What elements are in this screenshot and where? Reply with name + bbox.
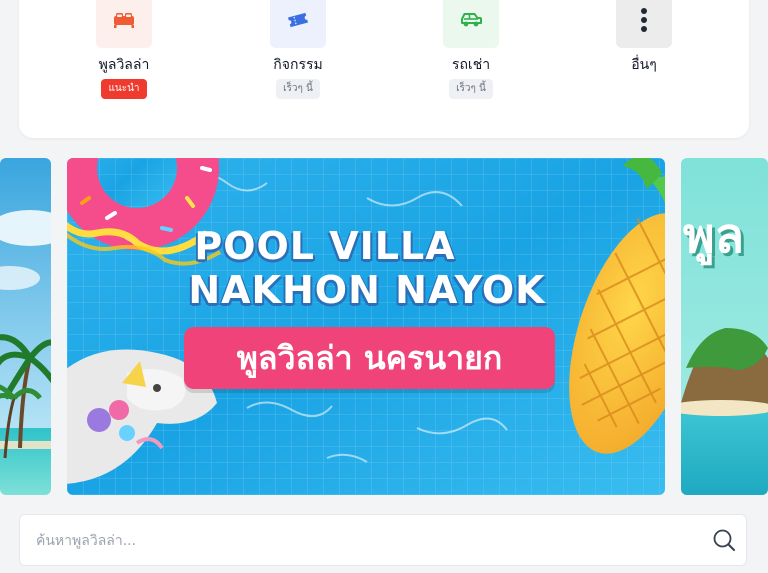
more-icon-box (616, 0, 672, 48)
bed-icon (114, 13, 134, 28)
category-label: อื่นๆ (631, 57, 657, 73)
recommended-badge: แนะนำ (101, 79, 147, 99)
category-label: กิจกรรม (273, 57, 323, 73)
carousel-slide-pool-villa-nakhon-nayok[interactable]: POOL VILLA NAKHON NAYOK พูลวิลล่า นครนาย… (67, 158, 665, 495)
category-car-rental[interactable]: รถเช่า เร็วๆ นี้ (411, 0, 531, 99)
banner-title-line-2: NAKHON NAYOK (188, 268, 546, 312)
category-label: พูลวิลล่า (98, 57, 150, 73)
category-pool-villa[interactable]: พูลวิลล่า แนะนำ (64, 0, 184, 99)
coming-soon-badge: เร็วๆ นี้ (276, 79, 320, 99)
next-slide-title: พูล (683, 208, 745, 264)
search-bar (19, 514, 747, 567)
carousel-slide-previous[interactable] (0, 158, 51, 495)
category-activities[interactable]: กิจกรรม เร็วๆ นี้ (238, 0, 358, 99)
banner-title-line-1: POOL VILLA (194, 224, 456, 268)
category-label: รถเช่า (451, 57, 491, 73)
banner-subtitle: พูลวิลล่า นครนายก (184, 327, 555, 389)
pool-villa-icon-box (96, 0, 152, 48)
car-rental-icon-box (443, 0, 499, 48)
car-icon (461, 13, 482, 27)
category-more[interactable]: อื่นๆ (584, 0, 704, 75)
beach-image (0, 158, 51, 495)
carousel-slide-next[interactable]: พูล (681, 158, 768, 495)
category-card: พูลวิลล่า แนะนำ กิจกรรม เร็วๆ นี้ รถเช่า… (19, 0, 749, 138)
search-icon[interactable] (712, 528, 736, 552)
ticket-icon (288, 12, 308, 28)
coming-soon-badge: เร็วๆ นี้ (449, 79, 493, 99)
search-input[interactable] (34, 515, 698, 567)
activities-icon-box (270, 0, 326, 48)
more-vertical-icon (641, 8, 647, 32)
